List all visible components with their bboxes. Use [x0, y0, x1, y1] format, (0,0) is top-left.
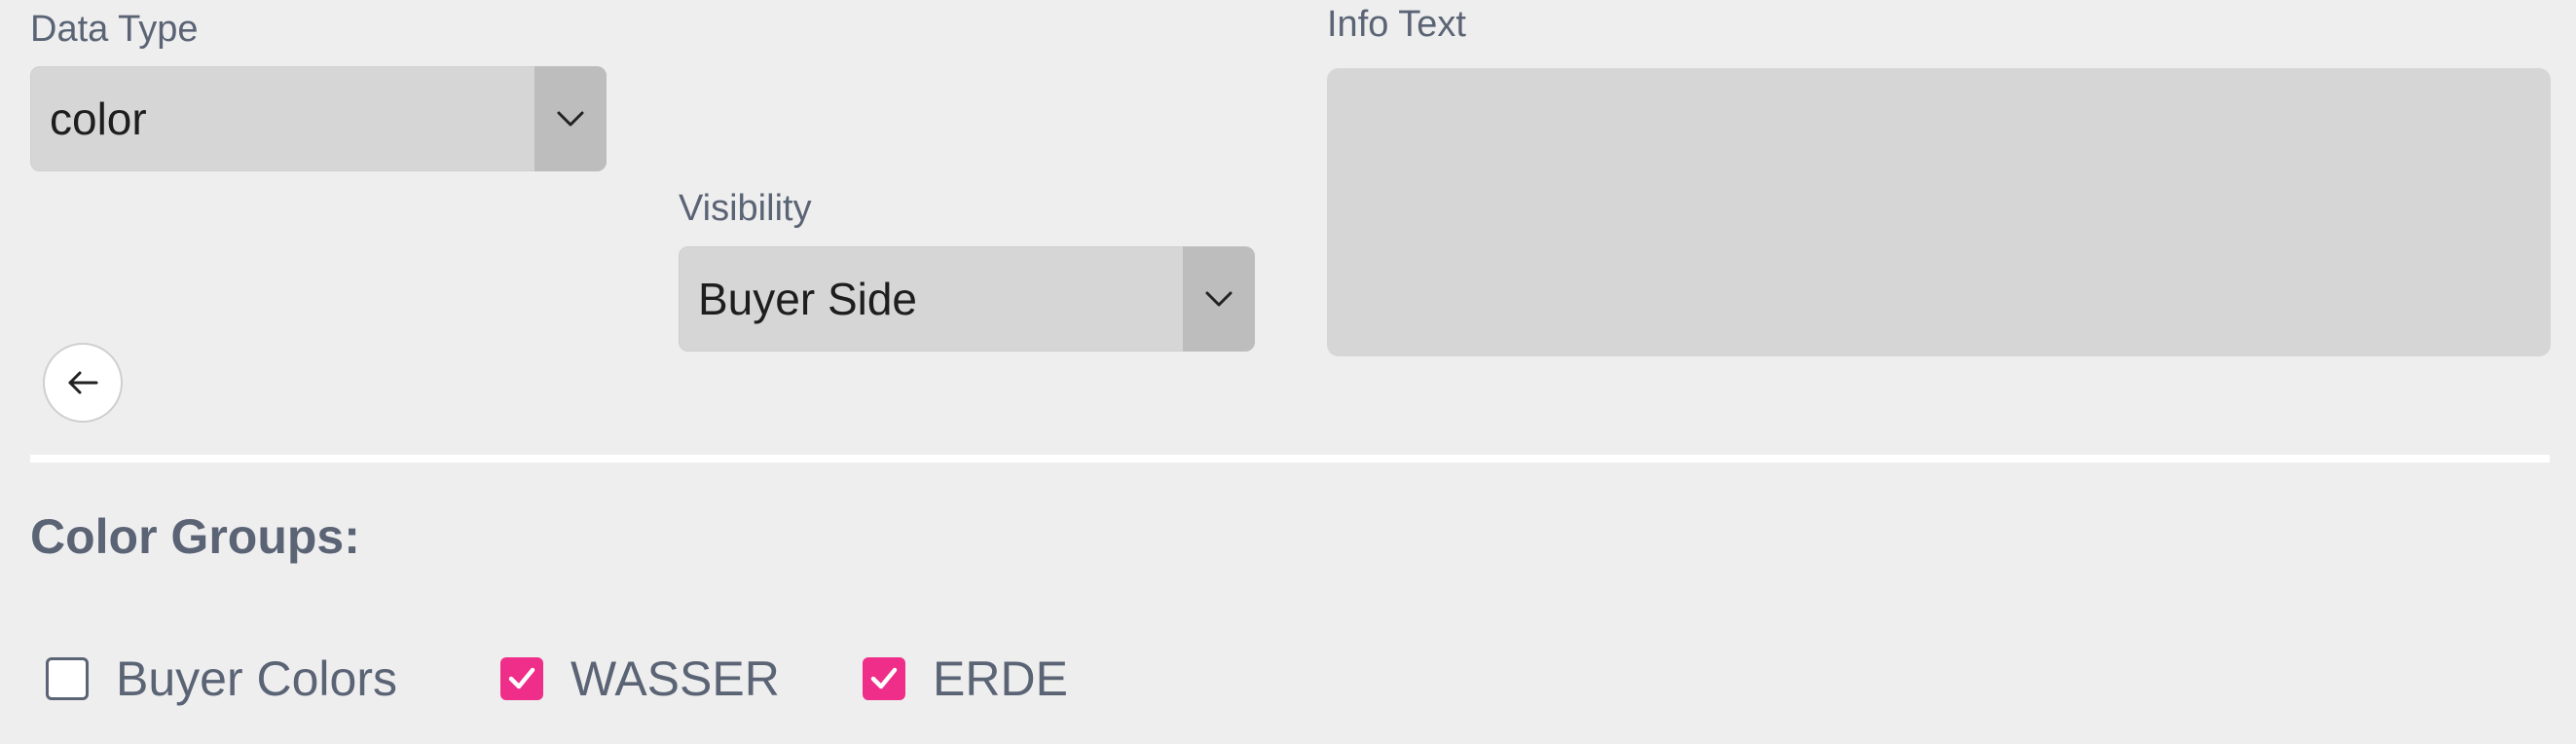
- section-divider: [30, 455, 2550, 463]
- color-group-erde[interactable]: ERDE: [863, 651, 1068, 707]
- info-text-area[interactable]: [1327, 68, 2551, 356]
- checkbox-checked-icon[interactable]: [500, 657, 543, 700]
- color-group-wasser[interactable]: WASSER: [500, 651, 780, 707]
- info-text-label: Info Text: [1327, 4, 1466, 45]
- chevron-down-icon[interactable]: [534, 66, 607, 171]
- arrow-left-icon: [66, 370, 99, 395]
- checkbox-unchecked-icon[interactable]: [46, 657, 89, 700]
- color-group-label: WASSER: [570, 651, 780, 706]
- color-group-buyer-colors[interactable]: Buyer Colors: [46, 651, 397, 707]
- color-group-label: Buyer Colors: [116, 651, 397, 706]
- chevron-down-icon[interactable]: [1183, 246, 1255, 352]
- back-button[interactable]: [43, 343, 123, 423]
- visibility-label: Visibility: [679, 188, 812, 229]
- data-type-label: Data Type: [30, 9, 199, 50]
- color-groups-title: Color Groups:: [30, 509, 360, 564]
- visibility-select[interactable]: Buyer Side: [679, 246, 1255, 352]
- color-group-label: ERDE: [933, 651, 1068, 706]
- checkbox-checked-icon[interactable]: [863, 657, 905, 700]
- data-type-select[interactable]: color: [30, 66, 607, 171]
- visibility-value: Buyer Side: [698, 274, 918, 324]
- data-type-value: color: [50, 93, 147, 144]
